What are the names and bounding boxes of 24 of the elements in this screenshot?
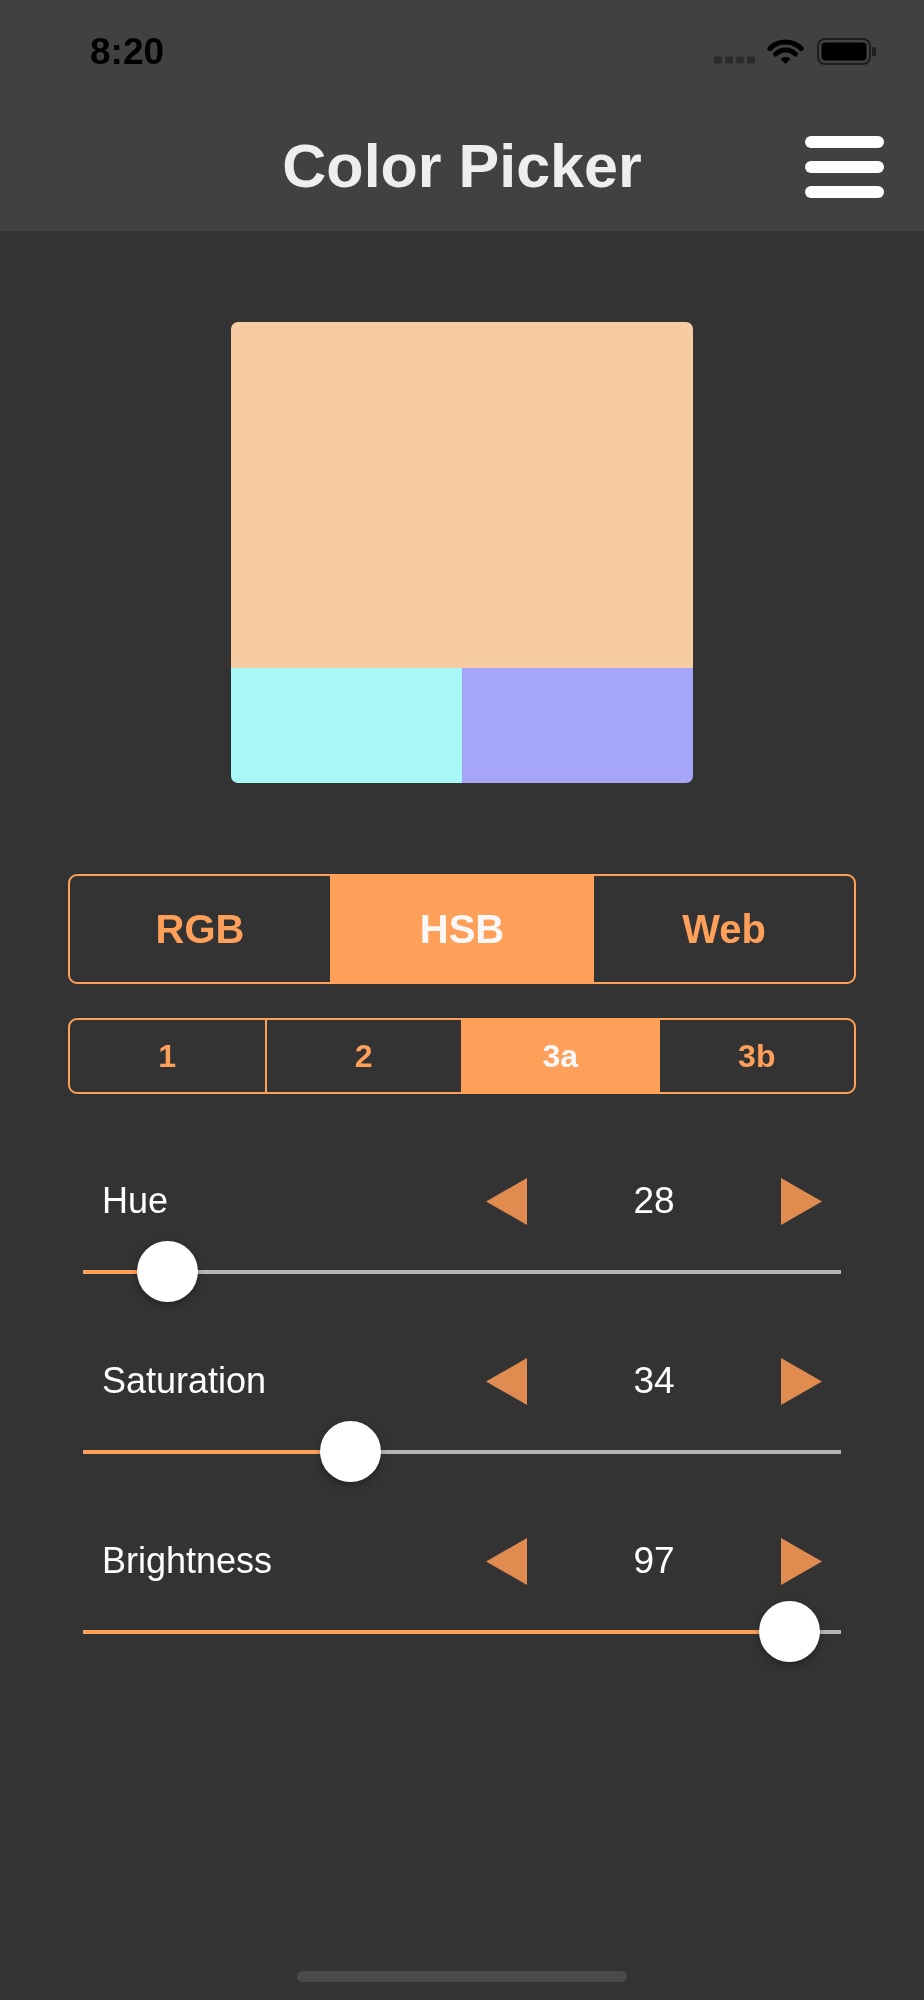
status-time: 8:20 (90, 32, 165, 70)
mode-tab[interactable]: Web (592, 876, 854, 982)
scheme-tab[interactable]: 1 (70, 1020, 265, 1092)
left-triangle-icon[interactable] (486, 1537, 527, 1585)
slider-label: Brightness (102, 1540, 274, 1582)
menu-icon[interactable] (805, 135, 884, 198)
battery-icon (817, 37, 876, 65)
right-triangle-icon[interactable] (781, 1177, 822, 1225)
slider-label: Hue (102, 1180, 170, 1222)
scheme-tab[interactable]: 3b (657, 1020, 854, 1092)
left-triangle-icon[interactable] (486, 1357, 527, 1405)
right-triangle-icon[interactable] (781, 1357, 822, 1405)
slider-value: 97 (632, 1539, 676, 1583)
slider-label: Saturation (102, 1360, 268, 1402)
slider-value: 28 (632, 1179, 676, 1223)
right-triangle-icon[interactable] (781, 1537, 822, 1585)
segmented-control[interactable]: RGB HSB Web (68, 874, 856, 984)
slider-thumb[interactable] (759, 1601, 821, 1662)
slider-value: 34 (632, 1359, 676, 1403)
segmented-control[interactable]: 1 2 3a 3b (68, 1018, 856, 1094)
wifi-icon (767, 37, 804, 65)
mode-tab[interactable]: RGB (70, 876, 330, 982)
left-triangle-icon[interactable] (486, 1177, 527, 1225)
screen-title: Color Picker (282, 132, 642, 201)
